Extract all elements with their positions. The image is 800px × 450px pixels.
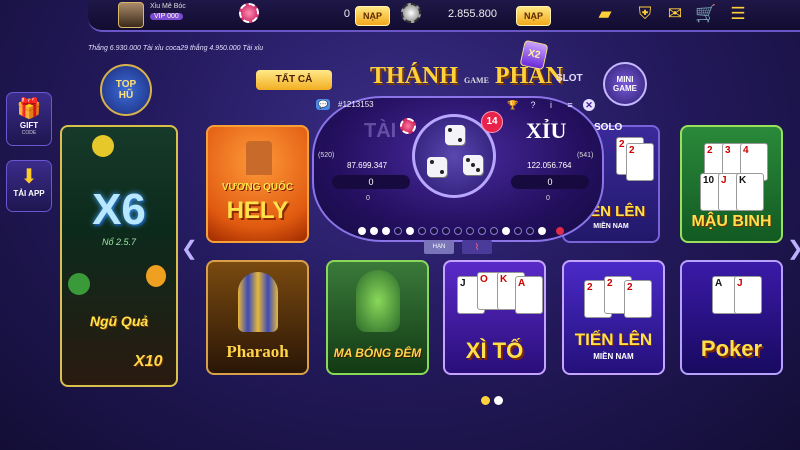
playing-card-icon: K — [736, 173, 764, 211]
trend-chart-icon[interactable]: ⌇ — [462, 240, 492, 254]
next-page-icon[interactable]: ❯ — [787, 236, 800, 261]
watermelon-icon — [68, 273, 90, 295]
han-tab[interactable]: HẠN — [424, 240, 454, 254]
game-card-tien-len[interactable]: 2 2 2 TIẾN LÊN MIỀN NAM — [562, 260, 665, 375]
avatar[interactable] — [118, 2, 144, 28]
xiu-win-amount: 0 — [546, 195, 550, 202]
game-card-poker[interactable]: A J Poker — [680, 260, 783, 375]
game-name: Ngũ Quả — [89, 313, 149, 329]
tophu-line2: HŨ — [118, 90, 134, 101]
game-card-vuong-quoc-hely[interactable]: VƯƠNG QUỐC HELY — [206, 125, 309, 243]
lemon-icon — [92, 135, 114, 157]
winner-ticker: Thắng 6.930.000 Tài xỉu coca29 thắng 4.9… — [88, 45, 264, 52]
die-2 — [427, 157, 447, 177]
balance-coins: 2.855.800 — [448, 8, 497, 20]
tai-label[interactable]: TÀI — [364, 120, 396, 143]
tai-win-amount: 0 — [366, 195, 370, 202]
pink-chip-icon — [239, 3, 259, 23]
vip-badge: VIP 000 — [150, 13, 183, 20]
tab-slot[interactable]: SLOT — [556, 73, 583, 84]
chat-icon[interactable]: 💬 — [316, 99, 330, 110]
gift-icon: 🎁 — [16, 98, 42, 120]
help-icon[interactable]: ? — [527, 99, 539, 111]
history-icon[interactable]: ≡ — [564, 99, 576, 111]
xiu-player-count: (541) — [577, 152, 594, 159]
x6-subtitle: Nổ 2.5.7 — [101, 237, 137, 247]
countdown-timer: 14 — [481, 111, 503, 133]
castle-icon — [246, 141, 272, 175]
download-app-label: TẢI APP — [13, 189, 45, 198]
game-subname: MIỀN NAM — [593, 352, 634, 361]
close-icon[interactable]: ✕ — [583, 99, 595, 111]
game-name: Pharaoh — [226, 342, 289, 361]
shield-check-icon[interactable]: ⛨ — [634, 4, 656, 24]
gold-bar-icon[interactable]: ▰ — [594, 4, 616, 24]
trophy-icon[interactable]: 🏆 — [507, 99, 519, 111]
game-card-pharaoh[interactable]: Pharaoh — [206, 260, 309, 375]
menu-icon[interactable]: ☰ — [727, 4, 749, 24]
multiplier-label: X10 — [134, 353, 163, 370]
game-name: XÌ TỐ — [465, 338, 524, 363]
xiu-bet-input[interactable]: 0 — [511, 175, 589, 189]
game-name: MẬU BINH — [691, 213, 772, 230]
playing-card-icon: A — [515, 276, 543, 314]
tai-player-count: (520) — [318, 152, 335, 159]
nap-coins-button[interactable]: NẠP — [516, 6, 552, 26]
gift-sub-label: CODE — [21, 130, 37, 136]
gift-code-button[interactable]: 🎁 GIFT CODE — [6, 92, 52, 146]
prev-page-icon[interactable]: ❮ — [181, 236, 198, 261]
tai-bet-input[interactable]: 0 — [332, 175, 410, 189]
pharaoh-mask-icon — [238, 272, 278, 332]
gift-label: GIFT — [19, 121, 39, 130]
download-icon: ⬇ — [20, 166, 38, 188]
xiu-label[interactable]: XỈU — [526, 118, 566, 144]
game-name-line2: HELY — [226, 197, 289, 224]
minigame-line2: GAME — [613, 84, 637, 93]
game-name-line1: VƯƠNG QUỐC — [221, 182, 294, 193]
tai-total-bet: 87.699.347 — [347, 161, 388, 170]
balance-chips: 0 — [343, 8, 350, 20]
info-icon[interactable]: i — [545, 99, 557, 111]
session-id: #1213153 — [338, 100, 374, 109]
username: Xỉu Mê Bóc — [150, 3, 186, 10]
page-dot-active[interactable] — [481, 396, 490, 405]
orange-icon — [146, 265, 166, 287]
top-jackpot-button[interactable]: TOP HŨ — [100, 64, 152, 116]
game-name: MA BÓNG ĐÊM — [333, 346, 422, 360]
game-name: TIẾN LÊN — [574, 330, 653, 349]
x6-title: X6 — [92, 185, 146, 234]
download-app-button[interactable]: ⬇ TẢI APP — [6, 160, 52, 212]
playing-card-icon: 2 — [626, 143, 654, 181]
playing-card-icon: J — [734, 276, 762, 314]
game-card-ma-bong-dem[interactable]: MA BÓNG ĐÊM — [326, 260, 429, 375]
chip-icon — [400, 118, 416, 134]
game-card-ngu-qua[interactable]: X6 Nổ 2.5.7 Ngũ Quả X10 — [60, 125, 178, 387]
mail-icon[interactable]: ✉ — [664, 4, 686, 24]
minigame-line1: MINI — [616, 75, 634, 84]
cart-icon[interactable]: 🛒 — [695, 4, 717, 24]
logo-mid: GAME — [464, 76, 489, 85]
die-3 — [463, 155, 483, 175]
tab-all[interactable]: TẤT CẢ — [256, 70, 332, 90]
page-dot[interactable] — [494, 396, 503, 405]
mini-game-button[interactable]: MINI GAME — [603, 62, 647, 106]
game-card-mau-binh[interactable]: 2 3 4 10 J K MẬU BINH — [680, 125, 783, 243]
playing-card-icon: 2 — [624, 280, 652, 318]
nap-chips-button[interactable]: NẠP — [355, 6, 391, 26]
tophu-line1: TOP — [115, 79, 137, 90]
zombie-face-icon — [356, 270, 400, 332]
game-name: Poker — [700, 336, 763, 361]
top-bar — [88, 0, 800, 32]
die-1 — [445, 125, 465, 145]
xiu-total-bet: 122.056.764 — [527, 161, 572, 170]
logo-left: THÁNH — [370, 63, 459, 89]
game-card-xi-to[interactable]: J O K A XÌ TỐ — [443, 260, 546, 375]
silver-chip-icon — [401, 3, 421, 23]
result-history — [342, 227, 572, 237]
